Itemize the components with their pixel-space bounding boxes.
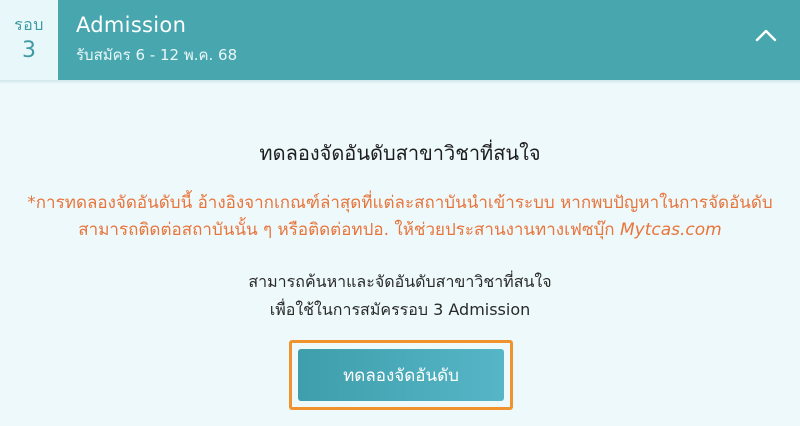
round-badge: รอบ 3 [0,0,58,80]
notice-line-2-text: สามารถติดต่อสถาบันนั้น ๆ หรือติดต่อทปอ. … [78,220,615,240]
ranking-notice: *การทดลองจัดอันดับนี้ อ้างอิงจากเกณฑ์ล่า… [20,190,780,244]
panel-title: ทดลองจัดอันดับสาขาวิชาที่สนใจ [259,141,541,165]
round-header[interactable]: รอบ 3 Admission รับสมัคร 6 - 12 พ.ค. 68 [0,0,800,80]
round-number: 3 [22,38,36,63]
ranking-panel: ทดลองจัดอันดับสาขาวิชาที่สนใจ *การทดลองจ… [0,84,800,426]
description-line-1: สามารถค้นหาและจัดอันดับสาขาวิชาที่สนใจ [248,272,552,291]
cta-highlight-frame: ทดลองจัดอันดับ [289,340,513,410]
round-title: Admission [76,13,187,37]
mytcas-link[interactable]: Mytcas.com [620,220,722,240]
notice-line-2: สามารถติดต่อสถาบันนั้น ๆ หรือติดต่อทปอ. … [20,217,780,244]
notice-line-1: *การทดลองจัดอันดับนี้ อ้างอิงจากเกณฑ์ล่า… [27,193,773,213]
round-header-text: Admission รับสมัคร 6 - 12 พ.ค. 68 [58,0,237,80]
round-label: รอบ [14,15,44,34]
chevron-up-icon[interactable] [754,24,778,48]
round-dates: รับสมัคร 6 - 12 พ.ค. 68 [76,46,238,64]
panel-description: สามารถค้นหาและจัดอันดับสาขาวิชาที่สนใจ เ… [0,268,800,324]
description-line-2: เพื่อใช้ในการสมัครรอบ 3 Admission [269,300,531,319]
try-ranking-button[interactable]: ทดลองจัดอันดับ [298,349,504,401]
